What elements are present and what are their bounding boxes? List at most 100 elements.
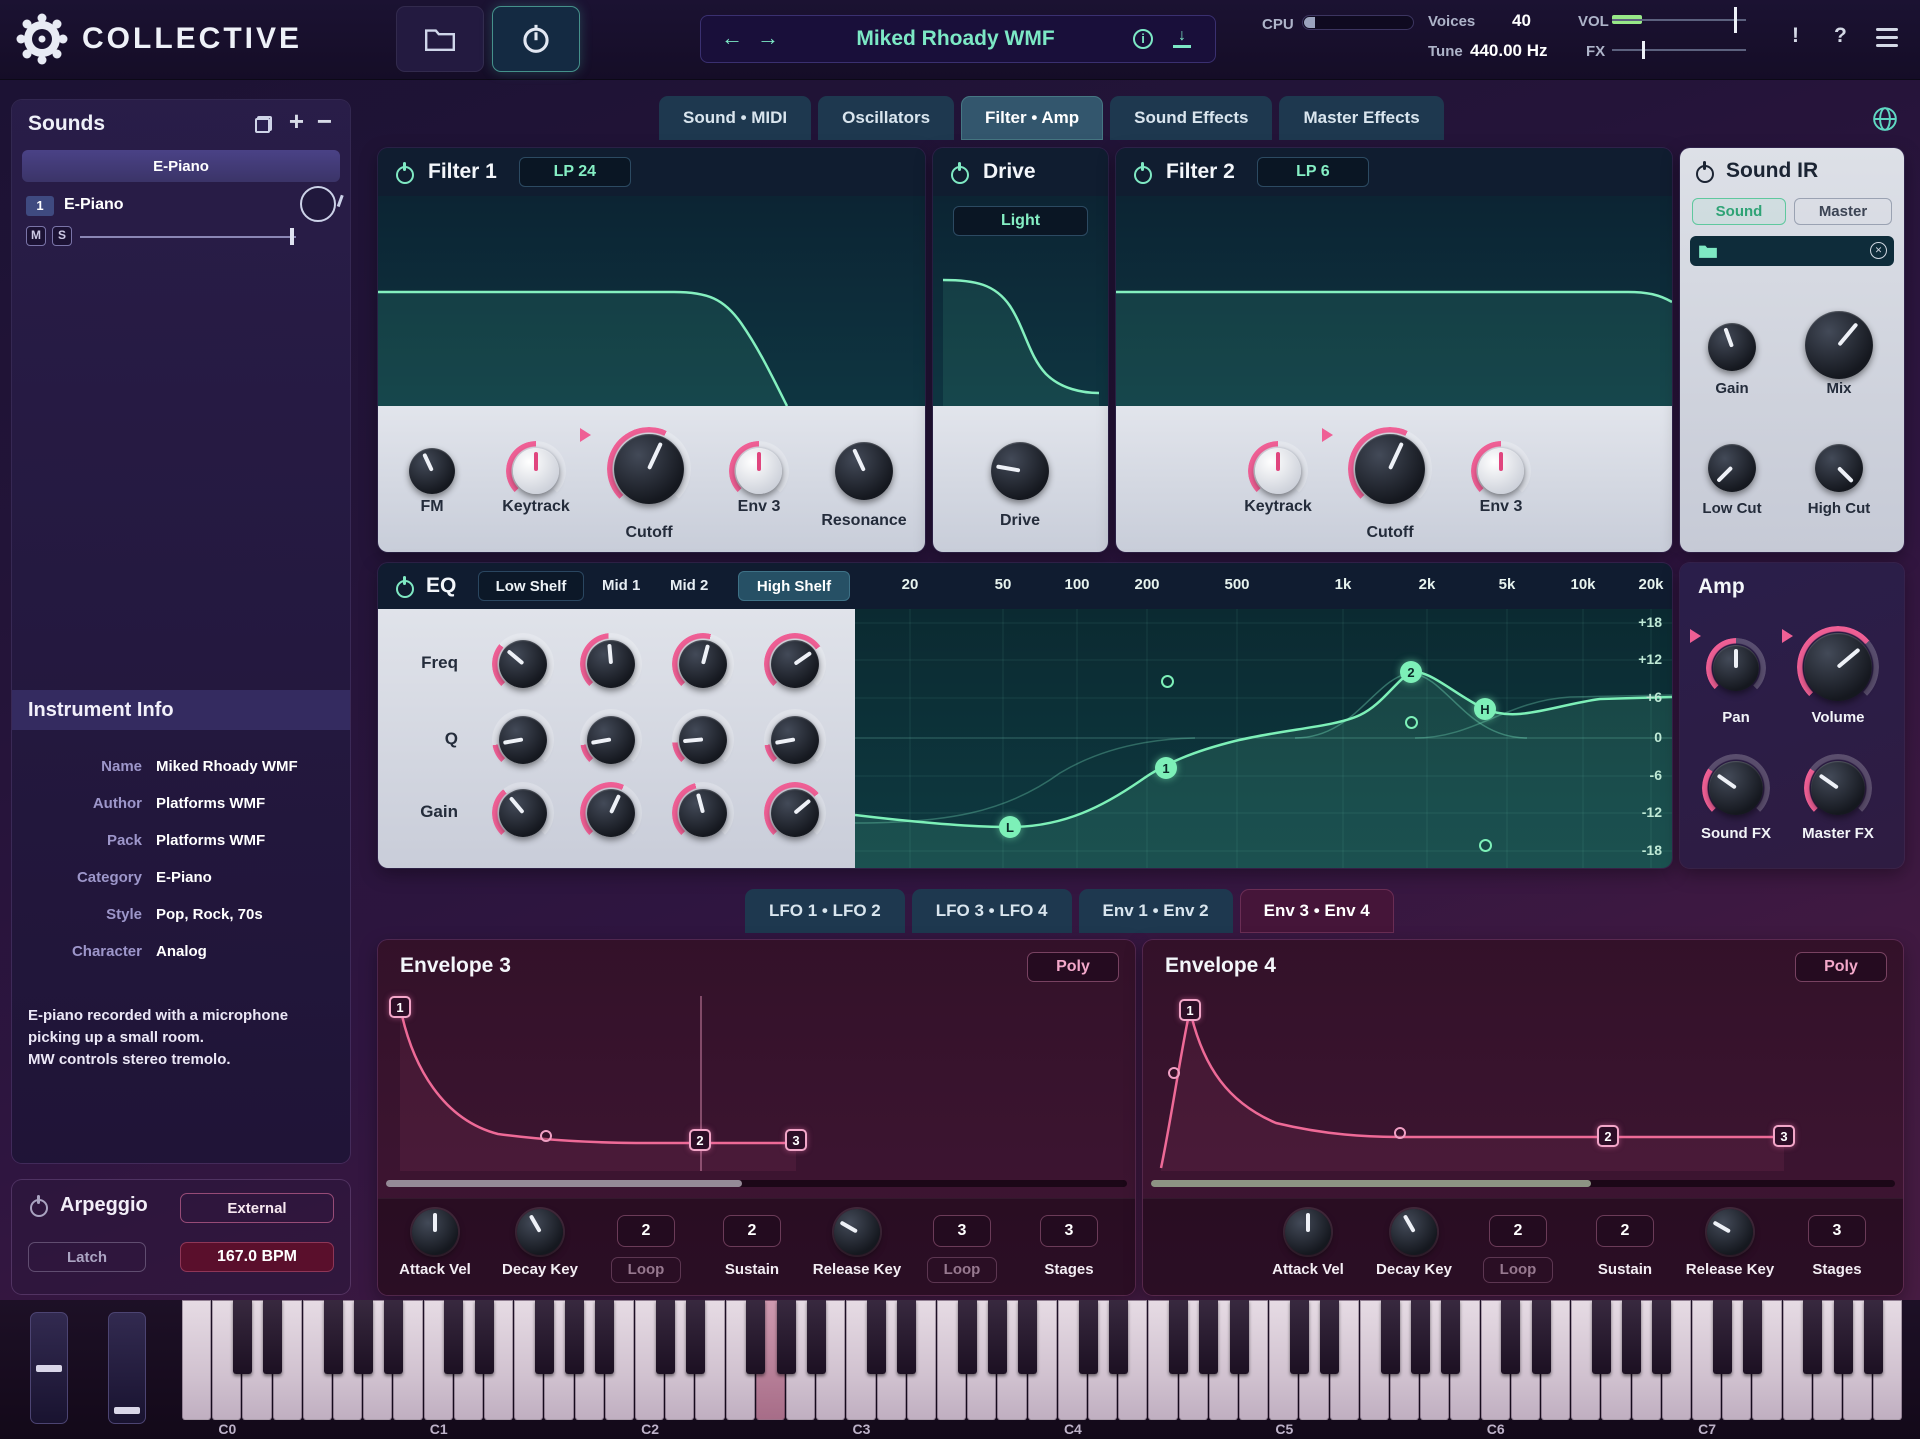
piano-key-black[interactable] <box>1864 1300 1883 1374</box>
piano-key-black[interactable] <box>444 1300 463 1374</box>
filter1-env3-knob[interactable] <box>736 448 782 494</box>
preset-name[interactable]: Miked Rhoady WMF <box>796 16 1115 62</box>
eq-handle-low-shelf[interactable]: L <box>999 816 1021 838</box>
help-icon[interactable]: ? <box>1834 24 1847 48</box>
piano-key-black[interactable] <box>1290 1300 1309 1374</box>
eq-gain-knob-band2[interactable] <box>587 789 635 837</box>
tab-master-effects[interactable]: Master Effects <box>1279 96 1443 140</box>
piano-key-white[interactable] <box>182 1300 211 1420</box>
envelope3-graph[interactable]: 1 2 3 <box>386 996 1127 1171</box>
envelope3-curve-handle[interactable] <box>540 1130 552 1142</box>
envelope3-poly-button[interactable]: Poly <box>1027 952 1119 982</box>
filter2-keytrack-knob[interactable] <box>1255 448 1301 494</box>
menu-icon[interactable] <box>1876 28 1898 48</box>
envelope4-point-2[interactable]: 2 <box>1597 1125 1619 1147</box>
eq-freq-knob-band1[interactable] <box>499 640 547 688</box>
piano-key-black[interactable] <box>233 1300 252 1374</box>
tab-lfo-3-lfo-4[interactable]: LFO 3 • LFO 4 <box>912 889 1072 933</box>
ir-mix-knob[interactable] <box>1805 311 1873 379</box>
piano-key-black[interactable] <box>595 1300 614 1374</box>
amp-pan-knob[interactable] <box>1713 645 1759 691</box>
tab-sound-midi[interactable]: Sound • MIDI <box>659 96 811 140</box>
envelope4-point-1[interactable]: 1 <box>1179 999 1201 1021</box>
eq-band-high-shelf[interactable]: High Shelf <box>738 571 850 601</box>
piano-key-black[interactable] <box>1109 1300 1128 1374</box>
add-sound-icon[interactable] <box>289 106 304 137</box>
attack-vel-knob[interactable] <box>1285 1209 1331 1255</box>
arpeggio-power-icon[interactable] <box>28 1195 48 1215</box>
ir-gain-knob[interactable] <box>1708 323 1756 371</box>
loop-value[interactable]: 2 <box>1489 1215 1547 1247</box>
folder-icon[interactable] <box>1698 243 1718 259</box>
browser-folder-button[interactable] <box>396 6 484 72</box>
preset-history-button[interactable] <box>492 6 580 72</box>
envelope4-scrollbar[interactable] <box>1151 1180 1895 1187</box>
sound-volume-knob[interactable] <box>300 186 336 222</box>
selected-sound-row[interactable]: E-Piano <box>22 150 340 182</box>
filter1-power-icon[interactable] <box>394 162 414 182</box>
preset-download-icon[interactable] <box>1173 28 1191 48</box>
arpeggio-latch-button[interactable]: Latch <box>28 1242 146 1272</box>
eq-handle-band2[interactable]: 2 <box>1400 661 1422 683</box>
tab-lfo-1-lfo-2[interactable]: LFO 1 • LFO 2 <box>745 889 905 933</box>
sound-level-slider-track[interactable] <box>80 236 296 238</box>
piano-key-black[interactable] <box>1592 1300 1611 1374</box>
piano-key-black[interactable] <box>958 1300 977 1374</box>
sound-ir-tab-master[interactable]: Master <box>1794 198 1892 225</box>
arpeggio-external-button[interactable]: External <box>180 1193 334 1223</box>
eq-handle-hollow[interactable] <box>1479 839 1492 852</box>
drive-knob[interactable] <box>991 442 1049 500</box>
tab-sound-effects[interactable]: Sound Effects <box>1110 96 1272 140</box>
piano-key-black[interactable] <box>1834 1300 1853 1374</box>
piano-key-black[interactable] <box>1622 1300 1641 1374</box>
duplicate-sound-icon[interactable] <box>255 116 272 133</box>
mute-button[interactable]: M <box>26 226 46 246</box>
piano-key-black[interactable] <box>475 1300 494 1374</box>
tab-env-3-env-4[interactable]: Env 3 • Env 4 <box>1240 889 1394 933</box>
eq-gain-knob-band3[interactable] <box>679 789 727 837</box>
loop-button[interactable]: Loop <box>611 1257 681 1283</box>
loop-button[interactable]: Loop <box>1483 1257 1553 1283</box>
envelope3-scrollbar[interactable] <box>386 1180 1127 1187</box>
piano-key-black[interactable] <box>1743 1300 1762 1374</box>
piano-key-black[interactable] <box>988 1300 1007 1374</box>
filter1-keytrack-knob[interactable] <box>513 448 559 494</box>
stages-value[interactable]: 3 <box>1808 1215 1866 1247</box>
piano-key-black[interactable] <box>897 1300 916 1374</box>
pitch-wheel[interactable] <box>30 1312 68 1424</box>
envelope4-curve-handle[interactable] <box>1394 1127 1406 1139</box>
envelope4-poly-button[interactable]: Poly <box>1795 952 1887 982</box>
eq-handle-hollow[interactable] <box>1161 675 1174 688</box>
attack-vel-knob[interactable] <box>412 1209 458 1255</box>
stages-value[interactable]: 3 <box>1040 1215 1098 1247</box>
piano-key-black[interactable] <box>1411 1300 1430 1374</box>
release-key-knob[interactable] <box>834 1209 880 1255</box>
piano-key-black[interactable] <box>1713 1300 1732 1374</box>
eq-gain-knob-band4[interactable] <box>771 789 819 837</box>
envelope4-graph[interactable]: 1 2 3 <box>1151 996 1895 1171</box>
sustain-value[interactable]: 2 <box>723 1215 781 1247</box>
filter2-env3-knob[interactable] <box>1478 448 1524 494</box>
loop-value[interactable]: 3 <box>933 1215 991 1247</box>
piano-key-black[interactable] <box>565 1300 584 1374</box>
piano-key-black[interactable] <box>1079 1300 1098 1374</box>
piano-key-black[interactable] <box>1803 1300 1822 1374</box>
amp-sound-fx-knob[interactable] <box>1709 761 1763 815</box>
loop-value[interactable]: 2 <box>617 1215 675 1247</box>
drive-power-icon[interactable] <box>949 162 969 182</box>
eq-freq-knob-band3[interactable] <box>679 640 727 688</box>
ir-low-cut-knob[interactable] <box>1708 444 1756 492</box>
piano-key-black[interactable] <box>263 1300 282 1374</box>
release-key-knob[interactable] <box>1707 1209 1753 1255</box>
filter2-response-graph[interactable] <box>1116 196 1672 406</box>
piano-key-black[interactable] <box>384 1300 403 1374</box>
ir-high-cut-knob[interactable] <box>1815 444 1863 492</box>
filter1-cutoff-knob[interactable] <box>614 434 684 504</box>
piano-key-black[interactable] <box>777 1300 796 1374</box>
tune-value[interactable]: 440.00 Hz <box>1470 41 1548 61</box>
tab-filter-amp[interactable]: Filter • Amp <box>961 96 1103 140</box>
envelope4-curve-handle[interactable] <box>1168 1067 1180 1079</box>
filter1-fm-knob[interactable] <box>409 448 455 494</box>
piano-key-black[interactable] <box>535 1300 554 1374</box>
eq-q-knob-band2[interactable] <box>587 716 635 764</box>
